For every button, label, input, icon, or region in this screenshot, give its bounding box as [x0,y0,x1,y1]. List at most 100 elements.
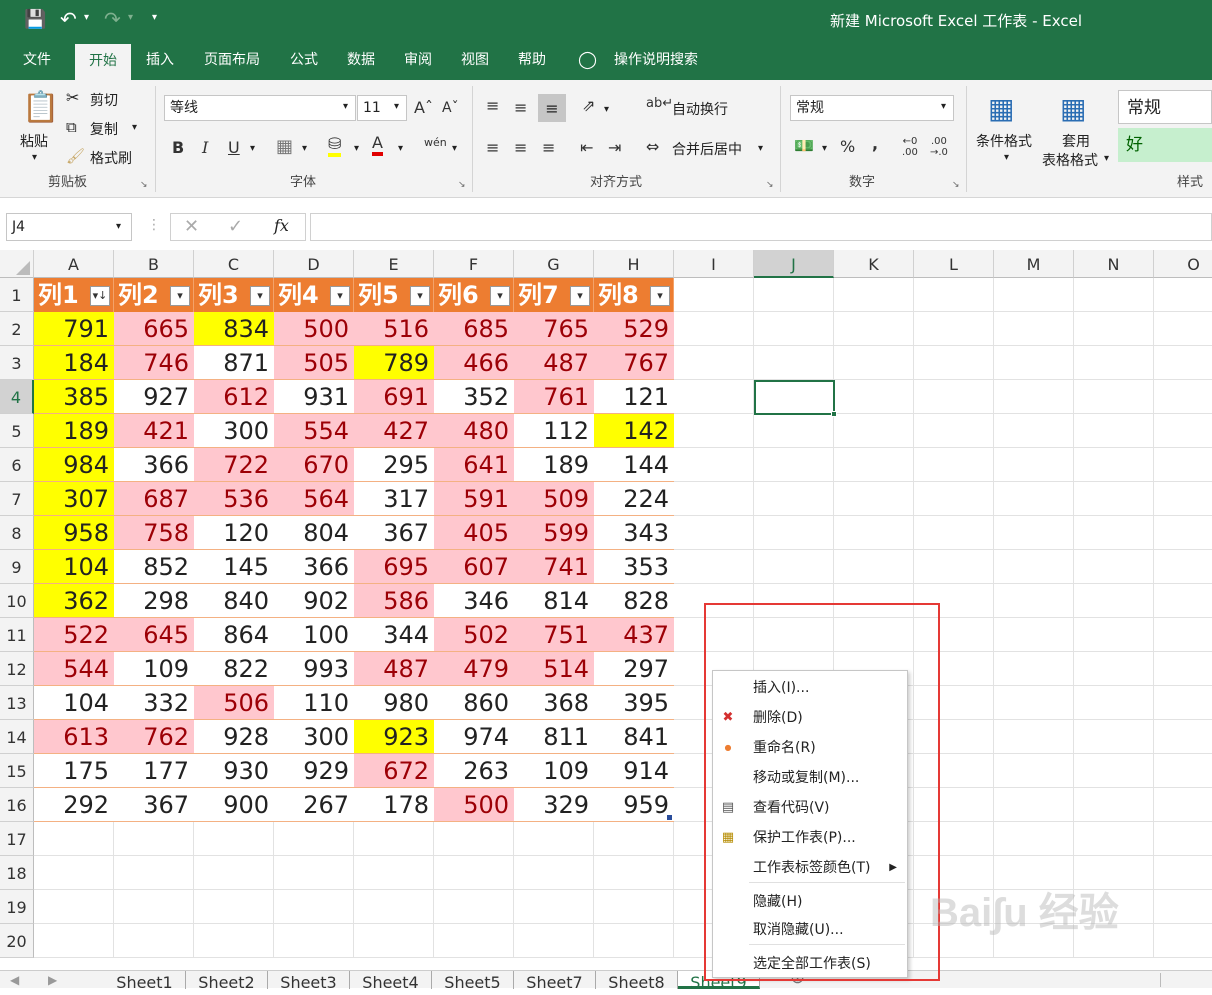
row-header-15[interactable]: 15 [0,754,34,788]
empty-cell[interactable] [434,890,514,924]
table-cell[interactable]: 758 [114,516,194,550]
table-cell[interactable]: 487 [354,652,434,686]
style-normal[interactable]: 常规 [1118,90,1212,124]
align-left-icon[interactable]: ≡ [486,138,499,157]
empty-cell[interactable] [994,550,1074,584]
table-cell[interactable]: 599 [514,516,594,550]
table-cell[interactable]: 479 [434,652,514,686]
table-cell[interactable]: 487 [514,346,594,380]
table-cell[interactable]: 300 [194,414,274,448]
row-header-2[interactable]: 2 [0,312,34,346]
empty-cell[interactable] [1154,754,1212,788]
table-cell[interactable]: 914 [594,754,674,788]
sheet-tab-sheet5[interactable]: Sheet5 [432,971,514,992]
table-cell[interactable]: 110 [274,686,354,720]
table-cell[interactable]: 466 [434,346,514,380]
filter-dropdown-icon[interactable]: ▾ [650,286,670,306]
table-format-label-1[interactable]: 套用 [1062,131,1090,151]
worksheet-grid[interactable]: A B C D E F G H I J K L M N O 1 2 3 4 5 6 7 8 9 10 11 12 13 14 15 16 17… [0,250,1212,970]
empty-cell[interactable] [1074,618,1154,652]
table-cell[interactable]: 687 [114,482,194,516]
table-cell[interactable]: 509 [514,482,594,516]
empty-cell[interactable] [994,448,1074,482]
column-header-M[interactable]: M [994,250,1074,278]
table-cell[interactable]: 695 [354,550,434,584]
empty-cell[interactable] [914,380,994,414]
table-cell[interactable]: 931 [274,380,354,414]
column-header-O[interactable]: O [1154,250,1212,278]
customize-toolbar-icon[interactable]: ▾ [152,12,157,23]
table-cell[interactable]: 852 [114,550,194,584]
column-header-F[interactable]: F [434,250,514,278]
name-box-dropdown-icon[interactable]: ▾ [116,221,121,232]
table-cell[interactable]: 927 [114,380,194,414]
empty-cell[interactable] [194,890,274,924]
table-cell[interactable]: 121 [594,380,674,414]
row-header-10[interactable]: 10 [0,584,34,618]
empty-cell[interactable] [914,312,994,346]
table-header-cell[interactable]: 列7 ▾ [514,278,594,312]
filter-dropdown-icon[interactable]: ▾ [170,286,190,306]
empty-cell[interactable] [994,822,1074,856]
empty-cell[interactable] [514,856,594,890]
table-cell[interactable]: 822 [194,652,274,686]
wrap-text-button[interactable]: 自动换行 [672,99,728,119]
row-header-3[interactable]: 3 [0,346,34,380]
empty-cell[interactable] [994,754,1074,788]
column-header-G[interactable]: G [514,250,594,278]
empty-cell[interactable] [1154,278,1212,312]
align-right-icon[interactable]: ≡ [542,138,555,157]
select-all-corner[interactable] [0,250,34,278]
row-header-19[interactable]: 19 [0,890,34,924]
table-header-cell[interactable]: 列6 ▾ [434,278,514,312]
tab-view[interactable]: 视图 [451,40,499,80]
table-cell[interactable]: 544 [34,652,114,686]
empty-cell[interactable] [1154,890,1212,924]
empty-cell[interactable] [674,312,754,346]
table-cell[interactable]: 984 [34,448,114,482]
table-cell[interactable]: 751 [514,618,594,652]
empty-cell[interactable] [754,278,834,312]
table-cell[interactable]: 145 [194,550,274,584]
table-cell[interactable]: 184 [34,346,114,380]
table-cell[interactable]: 789 [354,346,434,380]
empty-cell[interactable] [1154,822,1212,856]
empty-cell[interactable] [834,482,914,516]
empty-cell[interactable] [994,652,1074,686]
table-cell[interactable]: 613 [34,720,114,754]
filter-dropdown-icon[interactable]: ▾↓ [90,286,110,306]
empty-cell[interactable] [914,550,994,584]
table-cell[interactable]: 974 [434,720,514,754]
table-cell[interactable]: 840 [194,584,274,618]
table-cell[interactable]: 860 [434,686,514,720]
tab-file[interactable]: 文件 [12,40,62,80]
empty-cell[interactable] [274,890,354,924]
table-cell[interactable]: 267 [274,788,354,822]
empty-cell[interactable] [1154,686,1212,720]
copy-dropdown-icon[interactable]: ▾ [132,122,137,133]
empty-cell[interactable] [1074,720,1154,754]
font-color-button[interactable]: A [372,134,383,156]
table-cell[interactable]: 317 [354,482,434,516]
table-cell[interactable]: 421 [114,414,194,448]
underline-button[interactable]: U [228,138,240,157]
table-cell[interactable]: 814 [514,584,594,618]
empty-cell[interactable] [914,414,994,448]
sheet-tab-sheet1[interactable]: Sheet1 [104,971,186,992]
empty-cell[interactable] [754,516,834,550]
confirm-icon[interactable]: ✓ [228,216,243,237]
table-cell[interactable]: 395 [594,686,674,720]
table-cell[interactable]: 346 [434,584,514,618]
empty-cell[interactable] [1154,448,1212,482]
empty-cell[interactable] [1154,550,1212,584]
table-cell[interactable]: 645 [114,618,194,652]
shrink-font-icon[interactable]: Aˇ [442,100,459,116]
empty-cell[interactable] [914,346,994,380]
fill-handle[interactable] [831,411,837,417]
sheet-tab-sheet8[interactable]: Sheet8 [596,971,678,992]
empty-cell[interactable] [914,448,994,482]
empty-cell[interactable] [754,414,834,448]
empty-cell[interactable] [754,482,834,516]
align-bottom-icon[interactable]: ≡ [538,94,566,122]
tab-page-layout[interactable]: 页面布局 [194,40,270,80]
